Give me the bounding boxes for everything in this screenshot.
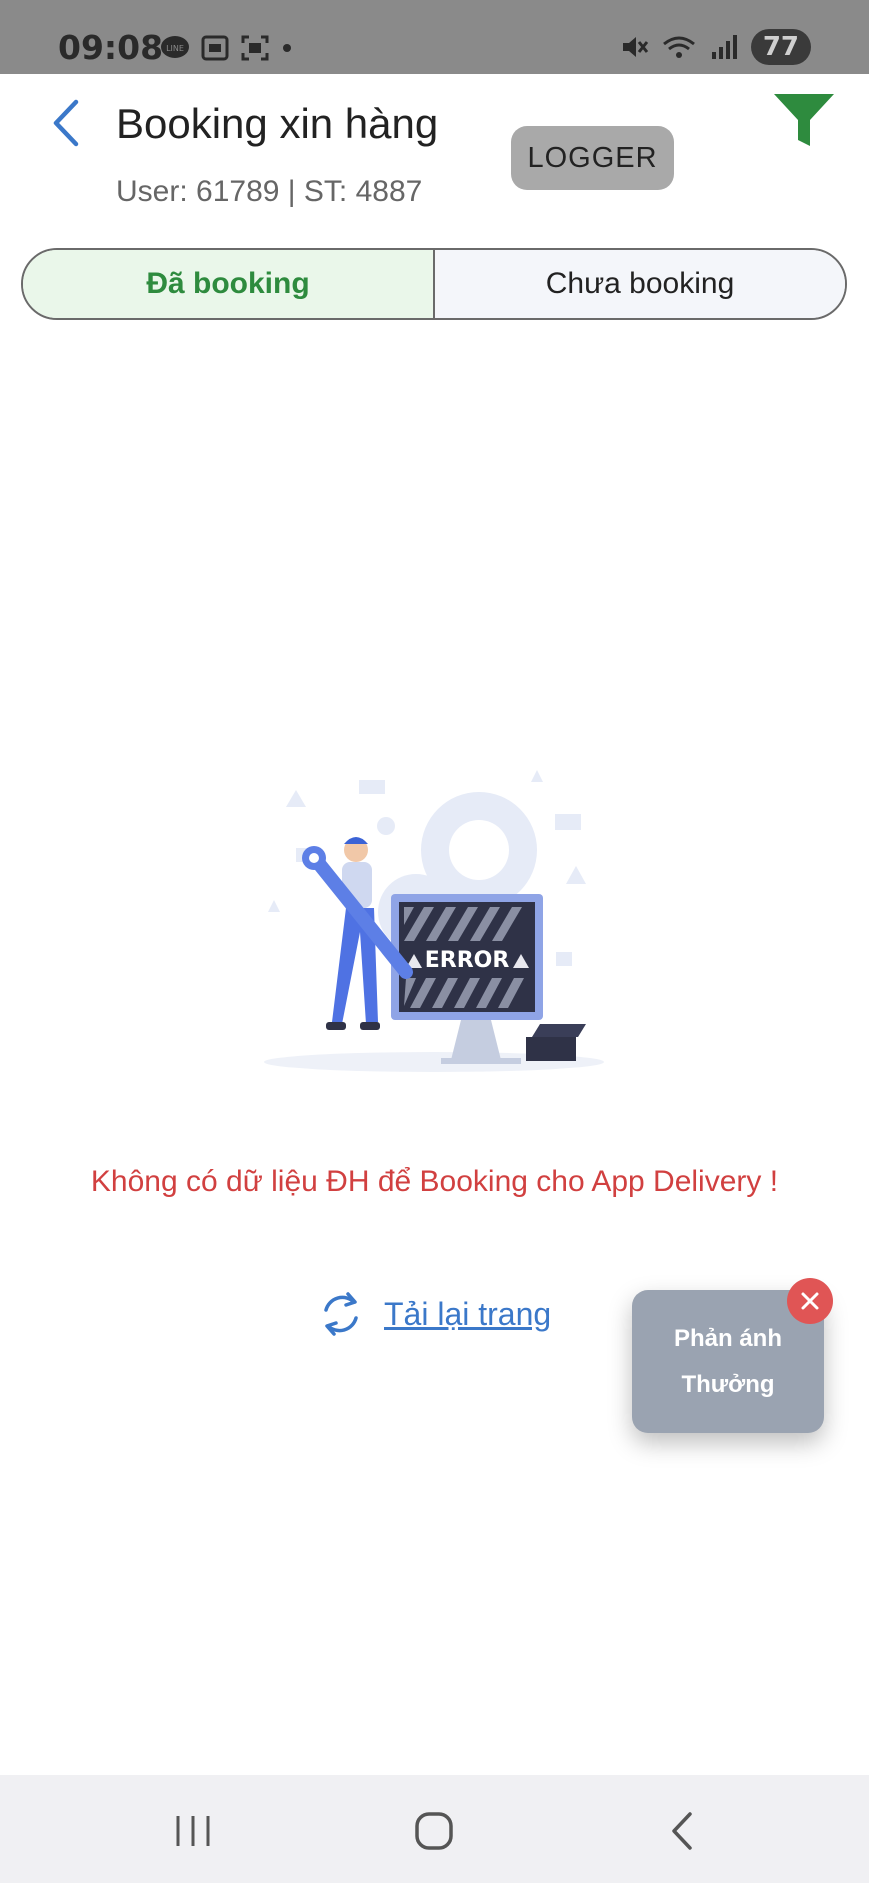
battery-indicator: 77 bbox=[750, 29, 811, 65]
dot-icon bbox=[283, 44, 291, 52]
logger-button[interactable]: LOGGER bbox=[511, 126, 674, 190]
status-time: 09:08 bbox=[58, 28, 164, 67]
close-x-icon bbox=[801, 1292, 819, 1310]
close-icon[interactable] bbox=[787, 1278, 833, 1324]
line-app-icon: LINE bbox=[161, 36, 189, 58]
status-right-icons: 77 bbox=[619, 28, 811, 66]
back-arrow-icon[interactable] bbox=[44, 98, 88, 148]
tab-da-booking[interactable]: Đã booking bbox=[23, 250, 435, 318]
page-title: Booking xin hàng bbox=[116, 100, 439, 147]
wifi-icon bbox=[662, 36, 695, 58]
refresh-icon bbox=[324, 1292, 358, 1336]
error-illustration: ERROR bbox=[264, 770, 604, 1072]
error-label: ERROR bbox=[425, 948, 510, 973]
nav-back-icon[interactable] bbox=[662, 1808, 704, 1854]
filter-icon[interactable] bbox=[772, 90, 836, 152]
reload-label[interactable]: Tải lại trang bbox=[384, 1296, 551, 1333]
status-bar: 09:08 LINE 77 bbox=[0, 0, 869, 74]
feedback-line2: Thưởng bbox=[681, 1370, 775, 1398]
screenshot-icon bbox=[201, 35, 229, 61]
empty-state-message: Không có dữ liệu ĐH để Booking cho App D… bbox=[90, 1165, 779, 1198]
feedback-line1: Phản ánh bbox=[673, 1324, 782, 1352]
home-icon[interactable] bbox=[413, 1808, 455, 1854]
svg-text:LINE: LINE bbox=[166, 44, 184, 53]
scan-icon bbox=[241, 35, 269, 61]
status-left-icons: LINE bbox=[160, 30, 294, 66]
tab-chua-booking[interactable]: Chưa booking bbox=[435, 250, 845, 318]
booking-tabs: Đã booking Chưa booking bbox=[21, 248, 847, 320]
reload-link[interactable]: Tải lại trang bbox=[318, 1290, 551, 1338]
user-store-info: User: 61789 | ST: 4887 bbox=[116, 175, 423, 208]
recents-icon[interactable] bbox=[172, 1808, 214, 1854]
signal-icon bbox=[711, 35, 737, 59]
mute-icon bbox=[622, 37, 648, 57]
